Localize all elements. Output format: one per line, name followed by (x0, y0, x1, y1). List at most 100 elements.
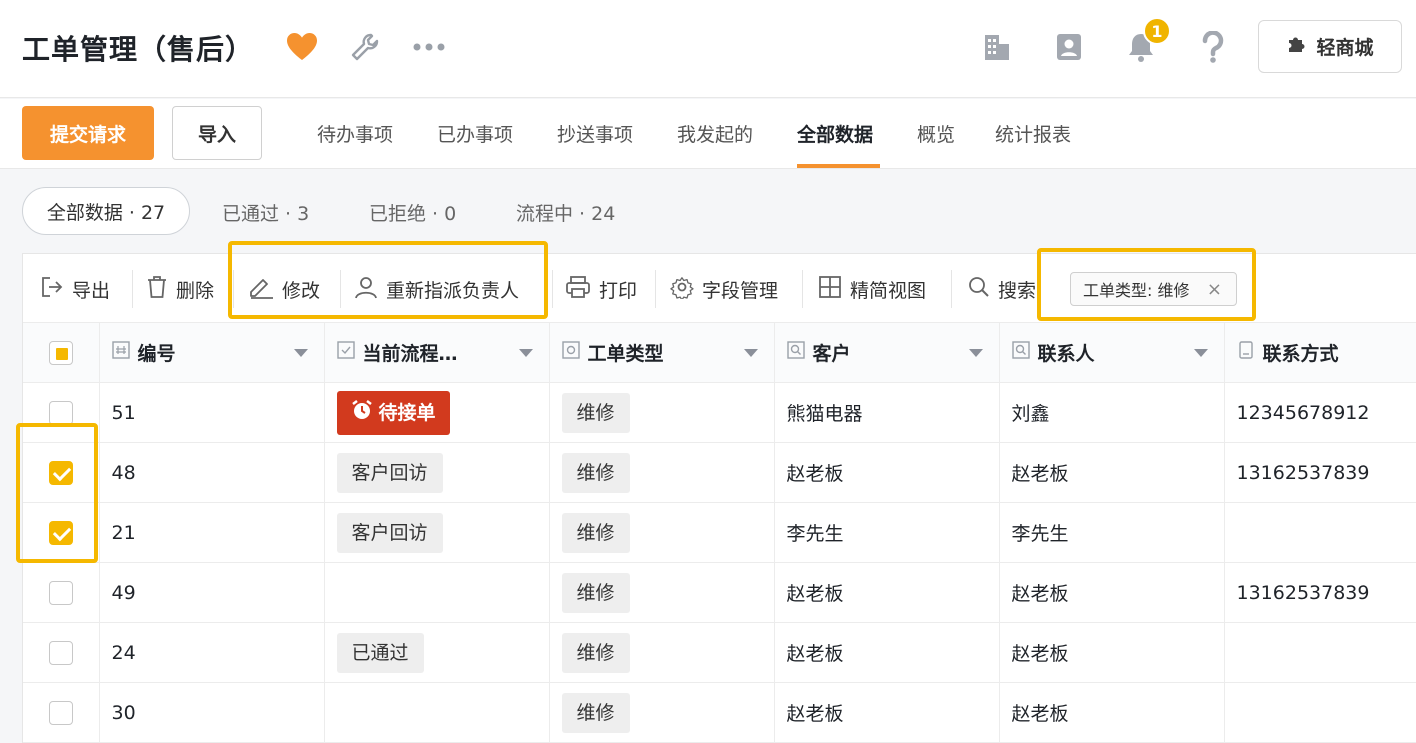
reassign-owner-button[interactable]: 重新指派负责人 (354, 276, 519, 302)
data-panel: 导出 删除 修改 重新指派负责人 打印 字段管理 精简视图 搜索 工单类型: 维… (22, 253, 1416, 743)
table-row[interactable]: 21 客户回访 维修 李先生 李先生 (23, 502, 1416, 563)
cell-contact: 赵老板 (999, 442, 1225, 503)
trash-icon (146, 275, 168, 304)
delete-button[interactable]: 删除 (146, 275, 214, 304)
shop-button[interactable]: 轻商城 (1258, 20, 1402, 73)
contact-card-icon[interactable] (1052, 30, 1086, 64)
cell-contact: 赵老板 (999, 682, 1225, 743)
tab-todo[interactable]: 待办事项 (317, 120, 393, 147)
cell-id: 24 (99, 622, 325, 683)
cell-type: 维修 (549, 622, 775, 683)
import-button[interactable]: 导入 (172, 106, 262, 160)
row-checkbox[interactable] (48, 700, 73, 725)
row-checkbox[interactable] (48, 520, 73, 545)
tab-done[interactable]: 已办事项 (437, 120, 513, 147)
chevron-down-icon[interactable] (293, 348, 308, 357)
chevron-down-icon[interactable] (968, 348, 983, 357)
row-checkbox[interactable] (48, 640, 73, 665)
status-filter-rejected[interactable]: 已拒绝 · 0 (369, 199, 456, 226)
column-header-contact[interactable]: 联系人 (999, 322, 1225, 383)
flow-status-tag[interactable]: 已通过 (336, 632, 424, 673)
row-checkbox[interactable] (48, 400, 73, 425)
print-button[interactable]: 打印 (565, 275, 638, 302)
lookup-field-icon (786, 341, 805, 364)
type-tag: 维修 (561, 392, 630, 433)
tab-overview[interactable]: 概览 (917, 120, 955, 147)
column-label: 联系方式 (1262, 343, 1339, 365)
table-row[interactable]: 30 维修 赵老板 赵老板 (23, 682, 1416, 743)
status-filter-all[interactable]: 全部数据 · 27 (22, 187, 190, 235)
chevron-down-icon[interactable] (518, 348, 533, 357)
table-row[interactable]: 49 维修 赵老板 赵老板 13162537839 (23, 562, 1416, 623)
cell-customer: 赵老板 (774, 562, 1000, 623)
toolbar-divider (655, 270, 656, 308)
submit-request-button[interactable]: 提交请求 (22, 106, 154, 160)
toolbar-divider (340, 270, 341, 308)
building-icon[interactable] (980, 30, 1014, 64)
export-button[interactable]: 导出 (40, 276, 110, 302)
data-table: 编号 当前流程… 工单类型 客户 联系人 联系方式 51 待接单 维修 熊猫电器… (23, 322, 1416, 743)
row-select-cell (23, 502, 100, 563)
shop-button-label: 轻商城 (1316, 37, 1374, 59)
radio-field-icon (561, 341, 580, 364)
status-filter-approved[interactable]: 已通过 · 3 (222, 199, 309, 226)
filter-chip-ticket-type[interactable]: 工单类型: 维修 × (1070, 272, 1237, 306)
more-dots-icon[interactable] (412, 30, 446, 64)
column-header-flow[interactable]: 当前流程… (324, 322, 550, 383)
help-icon[interactable] (1196, 30, 1230, 64)
edit-button[interactable]: 修改 (248, 276, 320, 302)
cell-customer: 赵老板 (774, 682, 1000, 743)
row-checkbox[interactable] (48, 580, 73, 605)
column-header-id[interactable]: 编号 (99, 322, 325, 383)
column-header-phone[interactable]: 联系方式 (1224, 322, 1416, 383)
chevron-down-icon[interactable] (1193, 348, 1208, 357)
row-select-cell (23, 442, 100, 503)
export-icon (40, 275, 64, 304)
toolbar-divider (552, 270, 553, 308)
tab-cc[interactable]: 抄送事项 (557, 120, 633, 147)
checkbox-field-icon (336, 341, 355, 364)
field-management-button[interactable]: 字段管理 (670, 276, 778, 302)
tab-all-data[interactable]: 全部数据 (797, 120, 873, 147)
table-row[interactable]: 48 客户回访 维修 赵老板 赵老板 13162537839 (23, 442, 1416, 503)
compact-view-button[interactable]: 精简视图 (818, 275, 927, 302)
cell-id: 49 (99, 562, 325, 623)
cell-customer: 李先生 (774, 502, 1000, 563)
select-all-checkbox[interactable] (48, 340, 73, 365)
type-tag: 维修 (561, 572, 630, 613)
table-row[interactable]: 24 已通过 维修 赵老板 赵老板 (23, 622, 1416, 683)
puzzle-icon (1286, 34, 1306, 59)
filter-chip-label: 工单类型: 维修 (1083, 281, 1190, 300)
cell-flow (324, 682, 550, 743)
tab-initiated[interactable]: 我发起的 (677, 120, 753, 147)
flow-status-label: 待接单 (378, 401, 436, 424)
flow-status-tag[interactable]: 待接单 (336, 390, 450, 435)
close-icon[interactable]: × (1207, 279, 1222, 300)
flow-status-tag[interactable]: 客户回访 (336, 452, 443, 493)
cell-flow: 客户回访 (324, 442, 550, 503)
column-label: 当前流程… (362, 343, 458, 365)
toolbar-divider (132, 270, 133, 308)
status-filter-in-progress[interactable]: 流程中 · 24 (516, 199, 615, 226)
heart-icon[interactable] (285, 30, 319, 64)
tab-reports[interactable]: 统计报表 (995, 120, 1071, 147)
flow-status-tag[interactable]: 客户回访 (336, 512, 443, 553)
cell-phone: 13162537839 (1224, 442, 1416, 503)
select-all-cell (23, 322, 100, 383)
column-header-type[interactable]: 工单类型 (549, 322, 775, 383)
cell-contact: 刘鑫 (999, 382, 1225, 443)
column-header-customer[interactable]: 客户 (774, 322, 1000, 383)
cell-type: 维修 (549, 502, 775, 563)
cell-flow: 待接单 (324, 382, 550, 443)
row-checkbox[interactable] (48, 460, 73, 485)
cell-id: 48 (99, 442, 325, 503)
table-row[interactable]: 51 待接单 维修 熊猫电器 刘鑫 12345678912 (23, 382, 1416, 443)
search-button[interactable]: 搜索 (968, 276, 1036, 302)
toolbar-divider (802, 270, 803, 308)
print-label: 打印 (599, 279, 638, 302)
export-label: 导出 (72, 279, 111, 302)
compact-view-label: 精简视图 (850, 279, 927, 302)
chevron-down-icon[interactable] (743, 348, 758, 357)
wrench-icon[interactable] (348, 30, 382, 64)
cell-id: 51 (99, 382, 325, 443)
